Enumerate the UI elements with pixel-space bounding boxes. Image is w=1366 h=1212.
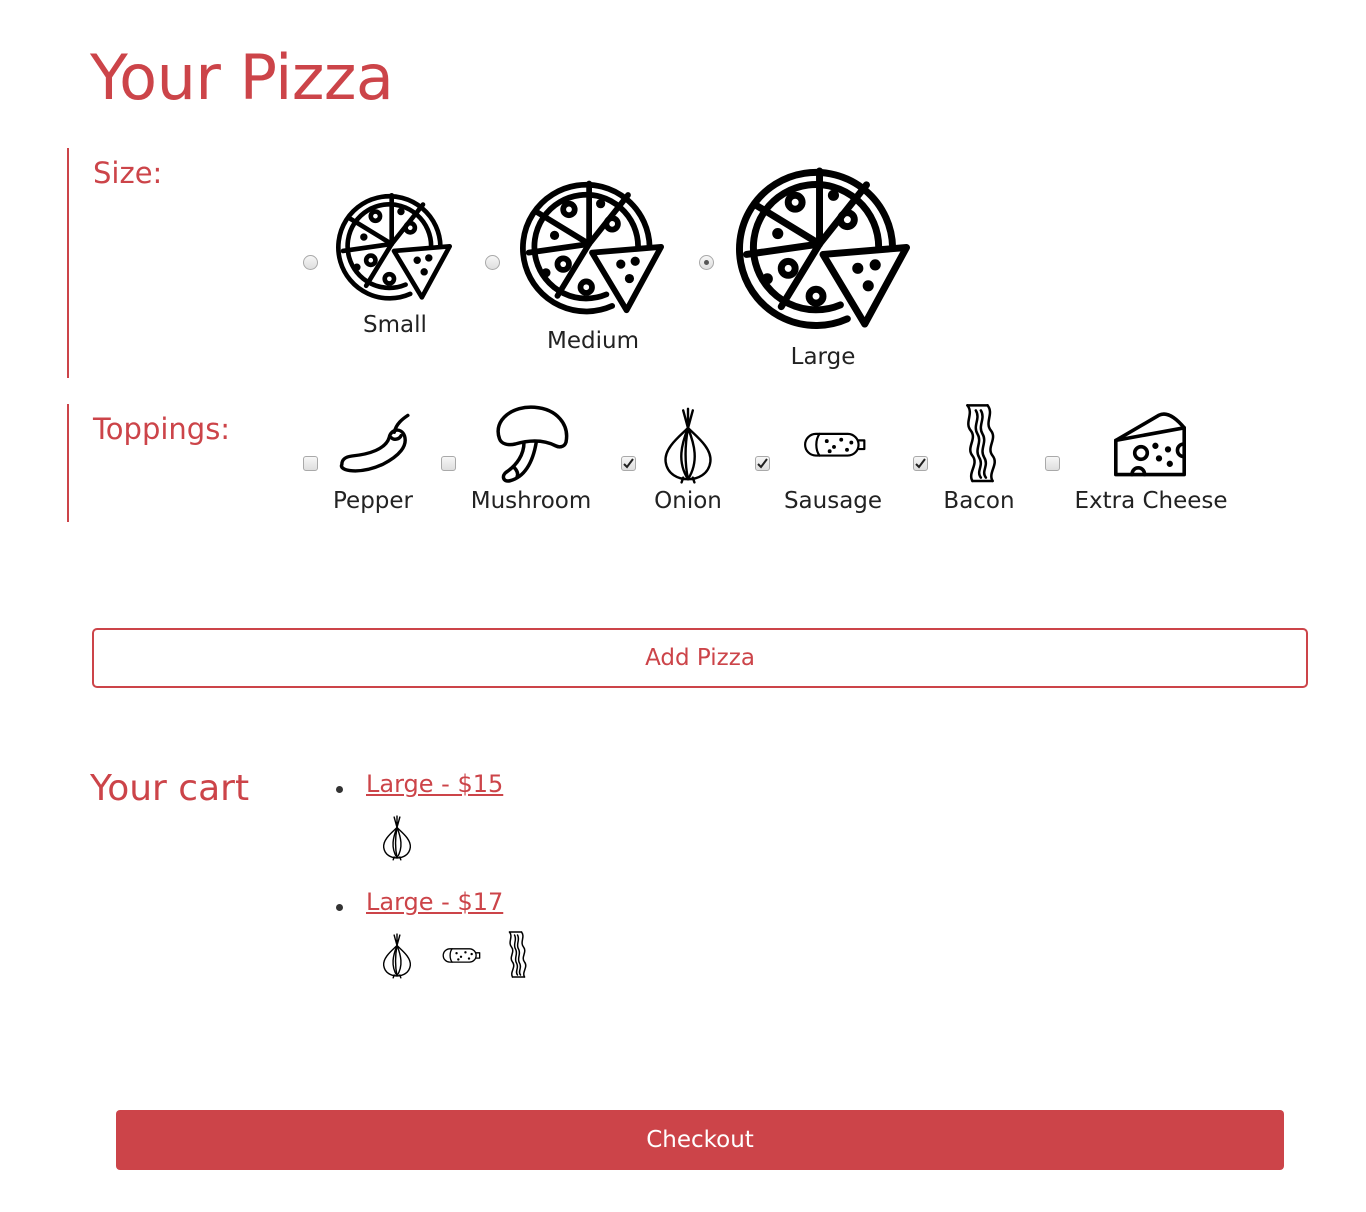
topping-label-sausage[interactable]: Sausage <box>784 488 882 514</box>
topping-label-pepper[interactable]: Pepper <box>333 488 413 514</box>
size-label-large[interactable]: Large <box>791 344 856 370</box>
size-section: Size: <box>67 148 162 378</box>
size-label: Size: <box>93 156 163 190</box>
page-title: Your Pizza <box>90 41 394 114</box>
topping-label-onion[interactable]: Onion <box>654 488 722 514</box>
onion-icon <box>382 815 412 861</box>
cart-title: Your cart <box>90 768 250 809</box>
bacon-icon <box>508 931 527 978</box>
list-bullet <box>336 786 343 793</box>
onion-icon[interactable] <box>656 402 720 486</box>
cart-item-link[interactable]: Large - $17 <box>366 888 503 916</box>
topping-checkbox-sausage[interactable] <box>755 456 770 471</box>
mushroom-icon[interactable] <box>488 402 574 486</box>
size-label-medium[interactable]: Medium <box>547 328 639 354</box>
size-label-small[interactable]: Small <box>363 312 427 338</box>
pizza-icon[interactable] <box>726 157 920 331</box>
checkout-button[interactable]: Checkout <box>116 1110 1284 1170</box>
sausage-icon[interactable] <box>792 418 876 470</box>
toppings-label: Toppings: <box>93 412 231 446</box>
size-radio-small[interactable] <box>303 255 318 270</box>
topping-label-mushroom[interactable]: Mushroom <box>471 488 591 514</box>
cart-item-toppings <box>378 812 416 862</box>
pizza-icon[interactable] <box>330 186 458 302</box>
cheese-icon[interactable] <box>1108 408 1192 480</box>
pizza-icon[interactable] <box>512 172 672 316</box>
cart-item-toppings <box>378 930 528 980</box>
topping-label-extra-cheese[interactable]: Extra Cheese <box>1074 488 1227 514</box>
toppings-section: Toppings: <box>67 404 230 522</box>
size-radio-large[interactable] <box>699 255 714 270</box>
add-pizza-button[interactable]: Add Pizza <box>92 628 1308 688</box>
topping-checkbox-bacon[interactable] <box>913 456 928 471</box>
pepper-icon[interactable] <box>332 412 416 478</box>
bacon-icon[interactable] <box>962 402 998 486</box>
topping-checkbox-pepper[interactable] <box>303 456 318 471</box>
topping-label-bacon[interactable]: Bacon <box>943 488 1014 514</box>
topping-checkbox-extra-cheese[interactable] <box>1045 456 1060 471</box>
topping-checkbox-onion[interactable] <box>621 456 636 471</box>
size-radio-medium[interactable] <box>485 255 500 270</box>
cart-item-link[interactable]: Large - $15 <box>366 770 503 798</box>
list-bullet <box>336 904 343 911</box>
onion-icon <box>382 933 412 979</box>
topping-checkbox-mushroom[interactable] <box>441 456 456 471</box>
sausage-icon <box>442 948 481 963</box>
